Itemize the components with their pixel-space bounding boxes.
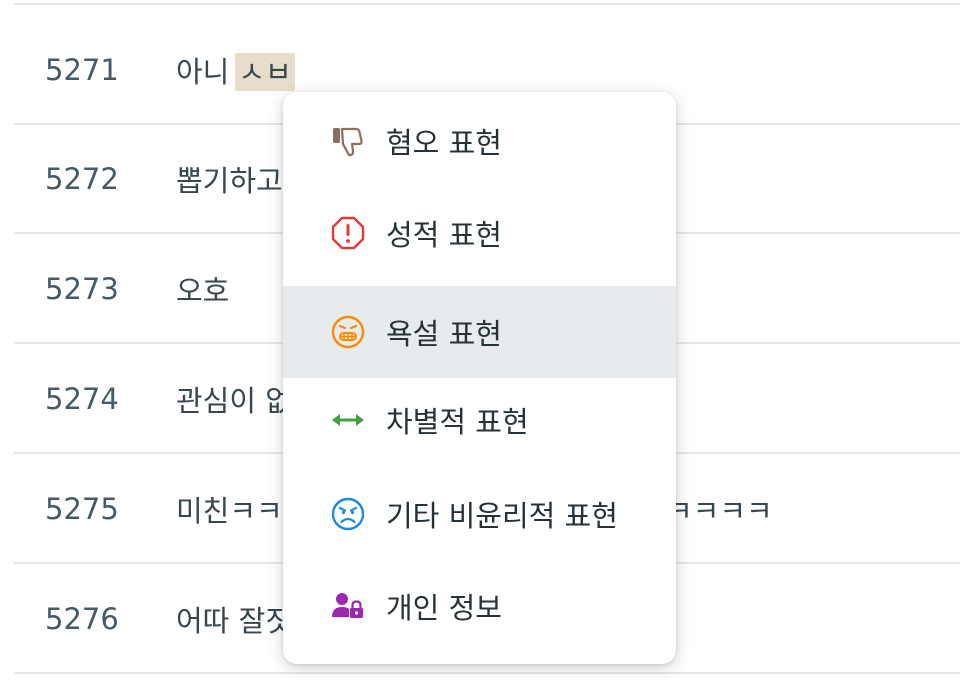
row-text: 미친ㅋㅋ ㅋㅋㅋㅋ xyxy=(176,488,773,530)
row-id: 5275 xyxy=(45,492,119,526)
menu-item-label: 차별적 표현 xyxy=(386,405,529,439)
row-id: 5274 xyxy=(45,382,119,416)
menu-item-profanity[interactable]: 욕설 표현 xyxy=(283,286,676,378)
grimace-face-icon xyxy=(331,315,365,349)
menu-item-label: 혐오 표현 xyxy=(386,126,502,160)
highlighted-selection[interactable]: ㅅㅂ xyxy=(235,53,295,91)
row-text: 관심이 없 xyxy=(176,384,292,418)
row-text: 아니 ㅅㅂ xyxy=(176,49,295,91)
row-text: 어따 잘짓 xyxy=(176,604,292,638)
menu-item-other-unethical[interactable]: 기타 비윤리적 표현 xyxy=(283,468,676,560)
row-text-plain: 미친ㅋㅋ xyxy=(176,494,283,528)
row-id: 5272 xyxy=(45,162,119,196)
row-text-tail: ㅋㅋㅋㅋ xyxy=(666,494,773,528)
row-text: 뽑기하고 xyxy=(176,164,283,198)
menu-item-label: 기타 비윤리적 표현 xyxy=(386,499,618,533)
menu-item-label: 성적 표현 xyxy=(386,218,502,252)
row-id: 5276 xyxy=(45,602,119,636)
table-top-divider xyxy=(14,3,960,5)
menu-item-label: 개인 정보 xyxy=(386,591,502,625)
menu-item-discrimination[interactable]: 차별적 표현 xyxy=(283,374,676,466)
thumbs-down-icon xyxy=(331,124,365,158)
menu-item-label: 욕설 표현 xyxy=(386,317,502,351)
sad-face-icon xyxy=(331,497,365,531)
row-id: 5273 xyxy=(45,272,119,306)
row-text-plain: 아니 xyxy=(176,55,230,89)
octagon-alert-icon xyxy=(331,216,365,250)
user-lock-icon xyxy=(331,589,365,623)
label-context-menu: 혐오 표현 성적 표현 욕설 표현 차별적 표현 기타 비윤리적 표현 개인 정… xyxy=(283,92,676,664)
menu-item-personal-info[interactable]: 개인 정보 xyxy=(283,560,676,652)
menu-item-hate-speech[interactable]: 혐오 표현 xyxy=(283,95,676,187)
menu-item-sexual-content[interactable]: 성적 표현 xyxy=(283,187,676,279)
row-id: 5271 xyxy=(45,53,119,87)
row-text: 오호 xyxy=(176,274,230,308)
double-arrow-icon xyxy=(331,403,365,437)
